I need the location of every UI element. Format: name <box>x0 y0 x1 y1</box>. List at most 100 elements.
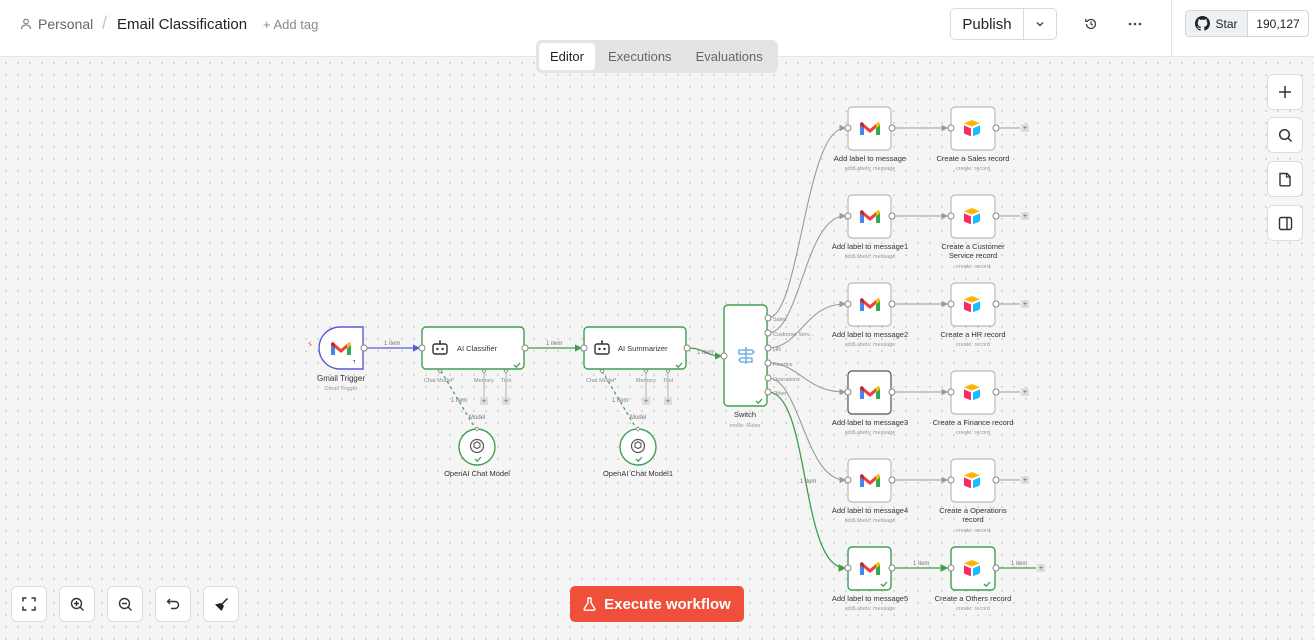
node-title: AI Summarizer <box>618 344 668 353</box>
flask-icon <box>583 597 596 611</box>
add-node-button[interactable]: + <box>1039 565 1043 572</box>
add-port-button[interactable]: + <box>666 398 670 405</box>
node-subtitle: addLabels: message <box>845 342 896 348</box>
node-title: Create a Finance record <box>933 418 1014 427</box>
tidy-up-button[interactable] <box>203 586 239 622</box>
node-add-label-5[interactable]: Add label to message5 addLabels: message <box>832 546 908 612</box>
port-label: Chat Model* <box>424 378 455 384</box>
node-add-label-0[interactable]: Add label to message addLabels: message <box>834 106 906 172</box>
add-sticky-note-button[interactable] <box>1267 161 1303 197</box>
node-title: Create a Sales record <box>937 154 1010 163</box>
edge-label: 1 item <box>546 341 562 347</box>
node-subtitle: addLabels: message <box>845 518 896 524</box>
edge-label: Model <box>469 415 485 421</box>
node-title: Create a Others record <box>935 594 1012 603</box>
node-subtitle: create: record <box>956 342 990 348</box>
node-airtable-5[interactable]: Create a Others record create: record + <box>935 546 1045 612</box>
node-subtitle: create: record <box>956 606 990 612</box>
node-subtitle: create: record <box>956 166 990 172</box>
edge-label: 1 item <box>913 561 929 567</box>
node-ai-classifier[interactable]: AI Classifier Chat Model* Memory Tool + … <box>418 326 529 405</box>
search-nodes-button[interactable] <box>1267 117 1303 153</box>
switch-output-label: Operations <box>773 377 800 383</box>
execute-workflow-label: Execute workflow <box>604 595 731 613</box>
switch-output-label: Other <box>773 391 787 397</box>
node-openai-chat-model1[interactable]: OpenAI Chat Model1 <box>603 426 673 478</box>
broom-icon <box>214 597 228 611</box>
node-ai-summarizer[interactable]: AI Summarizer Chat Model* Memory Tool + … <box>580 326 691 405</box>
add-node-button[interactable] <box>1267 74 1303 110</box>
node-airtable-0[interactable]: Create a Sales record create: record + <box>937 106 1029 172</box>
node-openai-chat-model[interactable]: OpenAI Chat Model <box>444 426 510 478</box>
node-title: Add label to message4 <box>832 506 908 515</box>
add-node-button[interactable]: + <box>1023 125 1027 132</box>
node-title: Add label to message3 <box>832 418 908 427</box>
node-subtitle: create: record <box>956 264 990 270</box>
search-icon <box>1278 128 1292 142</box>
add-node-button[interactable]: + <box>1023 477 1027 484</box>
add-node-button[interactable]: + <box>1023 213 1027 220</box>
add-port-button[interactable]: + <box>644 398 648 405</box>
switch-output-label: Finance <box>773 362 793 368</box>
node-subtitle: addLabels: message <box>845 606 896 612</box>
fit-view-icon <box>22 597 36 611</box>
edge-label: 1 item <box>384 341 400 347</box>
node-title-line2: record <box>962 515 983 524</box>
node-subtitle: addLabels: message <box>845 430 896 436</box>
node-subtitle: addLabels: message <box>845 166 896 172</box>
tab-executions[interactable]: Executions <box>597 43 683 70</box>
zoom-in-icon <box>70 597 84 611</box>
edge-label: Model <box>630 415 646 421</box>
edge-label: 1 item <box>451 398 467 404</box>
edge-label: 1 item <box>697 350 713 356</box>
node-add-label-2[interactable]: Add label to message2 addLabels: message <box>832 282 908 348</box>
view-tabs: Editor Executions Evaluations <box>536 40 778 73</box>
sticky-note-icon <box>1279 172 1291 186</box>
add-port-button[interactable]: + <box>504 398 508 405</box>
switch-output-label: Sales <box>773 317 787 323</box>
add-node-button[interactable]: + <box>1023 301 1027 308</box>
node-title: Add label to message2 <box>832 330 908 339</box>
node-switch[interactable]: Sales Customer Serv... HR Finance Operat… <box>720 304 814 429</box>
node-add-label-1[interactable]: Add label to message1 addLabels: message <box>832 194 908 260</box>
tab-evaluations[interactable]: Evaluations <box>685 43 774 70</box>
zoom-to-fit-button[interactable] <box>11 586 47 622</box>
zoom-in-button[interactable] <box>59 586 95 622</box>
node-title: Create a Customer <box>941 242 1005 251</box>
execute-workflow-button[interactable]: Execute workflow <box>570 586 744 622</box>
node-title: AI Classifier <box>457 344 498 353</box>
panel-right-icon <box>1278 216 1292 230</box>
node-airtable-2[interactable]: Create a HR record create: record + <box>940 282 1029 348</box>
node-add-label-4[interactable]: Add label to message4 addLabels: message <box>832 458 908 524</box>
zoom-out-button[interactable] <box>107 586 143 622</box>
undo-icon <box>166 598 180 610</box>
node-airtable-1[interactable]: Create a Customer Service record create:… <box>941 194 1029 270</box>
node-title: OpenAI Chat Model1 <box>603 469 673 478</box>
add-node-button[interactable]: + <box>1023 389 1027 396</box>
undo-button[interactable] <box>155 586 191 622</box>
plus-icon <box>1279 86 1291 98</box>
edge-label: 1 item <box>800 479 816 485</box>
node-title: Add label to message1 <box>832 242 908 251</box>
node-subtitle: create: record <box>956 528 990 534</box>
node-title: Add label to message <box>834 154 906 163</box>
node-add-label-3[interactable]: Add label to message3 addLabels: message <box>832 370 908 436</box>
edge-label: 1 item <box>1011 561 1027 567</box>
edge-label: 1 item <box>612 398 628 404</box>
add-port-button[interactable]: + <box>482 398 486 405</box>
port-label: Chat Model* <box>586 378 617 384</box>
node-airtable-4[interactable]: Create a Operations record create: recor… <box>939 458 1029 534</box>
node-subtitle: create: record <box>956 430 990 436</box>
switch-output-label: Customer Serv... <box>773 332 814 338</box>
node-gmail-trigger[interactable]: Gmail Trigger Gmail Trigger <box>308 326 368 392</box>
node-title: Create a HR record <box>940 330 1005 339</box>
node-subtitle: Gmail Trigger <box>324 386 357 392</box>
switch-output-label: HR <box>773 347 781 353</box>
node-subtitle: mode: Rules <box>730 423 761 429</box>
workflow-graph: 1 item 1 item 1 item 1 item Model 1 item… <box>308 106 1045 612</box>
node-subtitle: addLabels: message <box>845 254 896 260</box>
toggle-panel-button[interactable] <box>1267 205 1303 241</box>
tab-editor[interactable]: Editor <box>539 43 595 70</box>
node-airtable-3[interactable]: Create a Finance record create: record + <box>933 370 1029 436</box>
lightning-icon <box>308 341 312 347</box>
